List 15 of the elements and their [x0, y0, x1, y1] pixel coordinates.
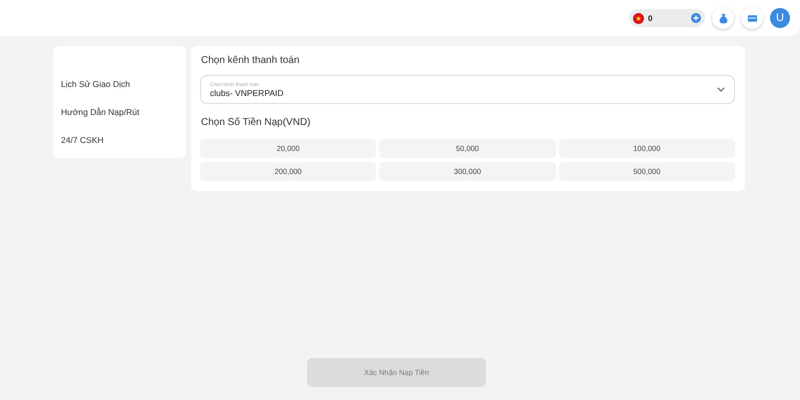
sidebar-item[interactable]: 24/7 CSKH	[53, 126, 186, 154]
field-value: clubs- VNPERPAID	[210, 88, 284, 98]
section-title: Chọn Số Tiền Nạp(VND)	[201, 117, 312, 128]
card-icon	[746, 12, 758, 24]
add-icon[interactable]	[691, 13, 701, 23]
section-title: Chọn kênh thanh toán	[201, 55, 300, 66]
sidebar-item[interactable]: Hướng Dẫn Nạp/Rút	[53, 98, 186, 126]
chevron-down-icon	[717, 87, 725, 92]
balance-amount: 0	[648, 14, 654, 22]
money-bag-icon	[718, 12, 728, 24]
sidebar-item[interactable]: Lịch Sử Giao Dịch	[53, 70, 186, 98]
money-bag-button[interactable]	[712, 7, 734, 29]
flag-icon	[633, 12, 644, 24]
user-avatar[interactable]: U	[770, 8, 790, 28]
card-button[interactable]	[741, 7, 763, 29]
